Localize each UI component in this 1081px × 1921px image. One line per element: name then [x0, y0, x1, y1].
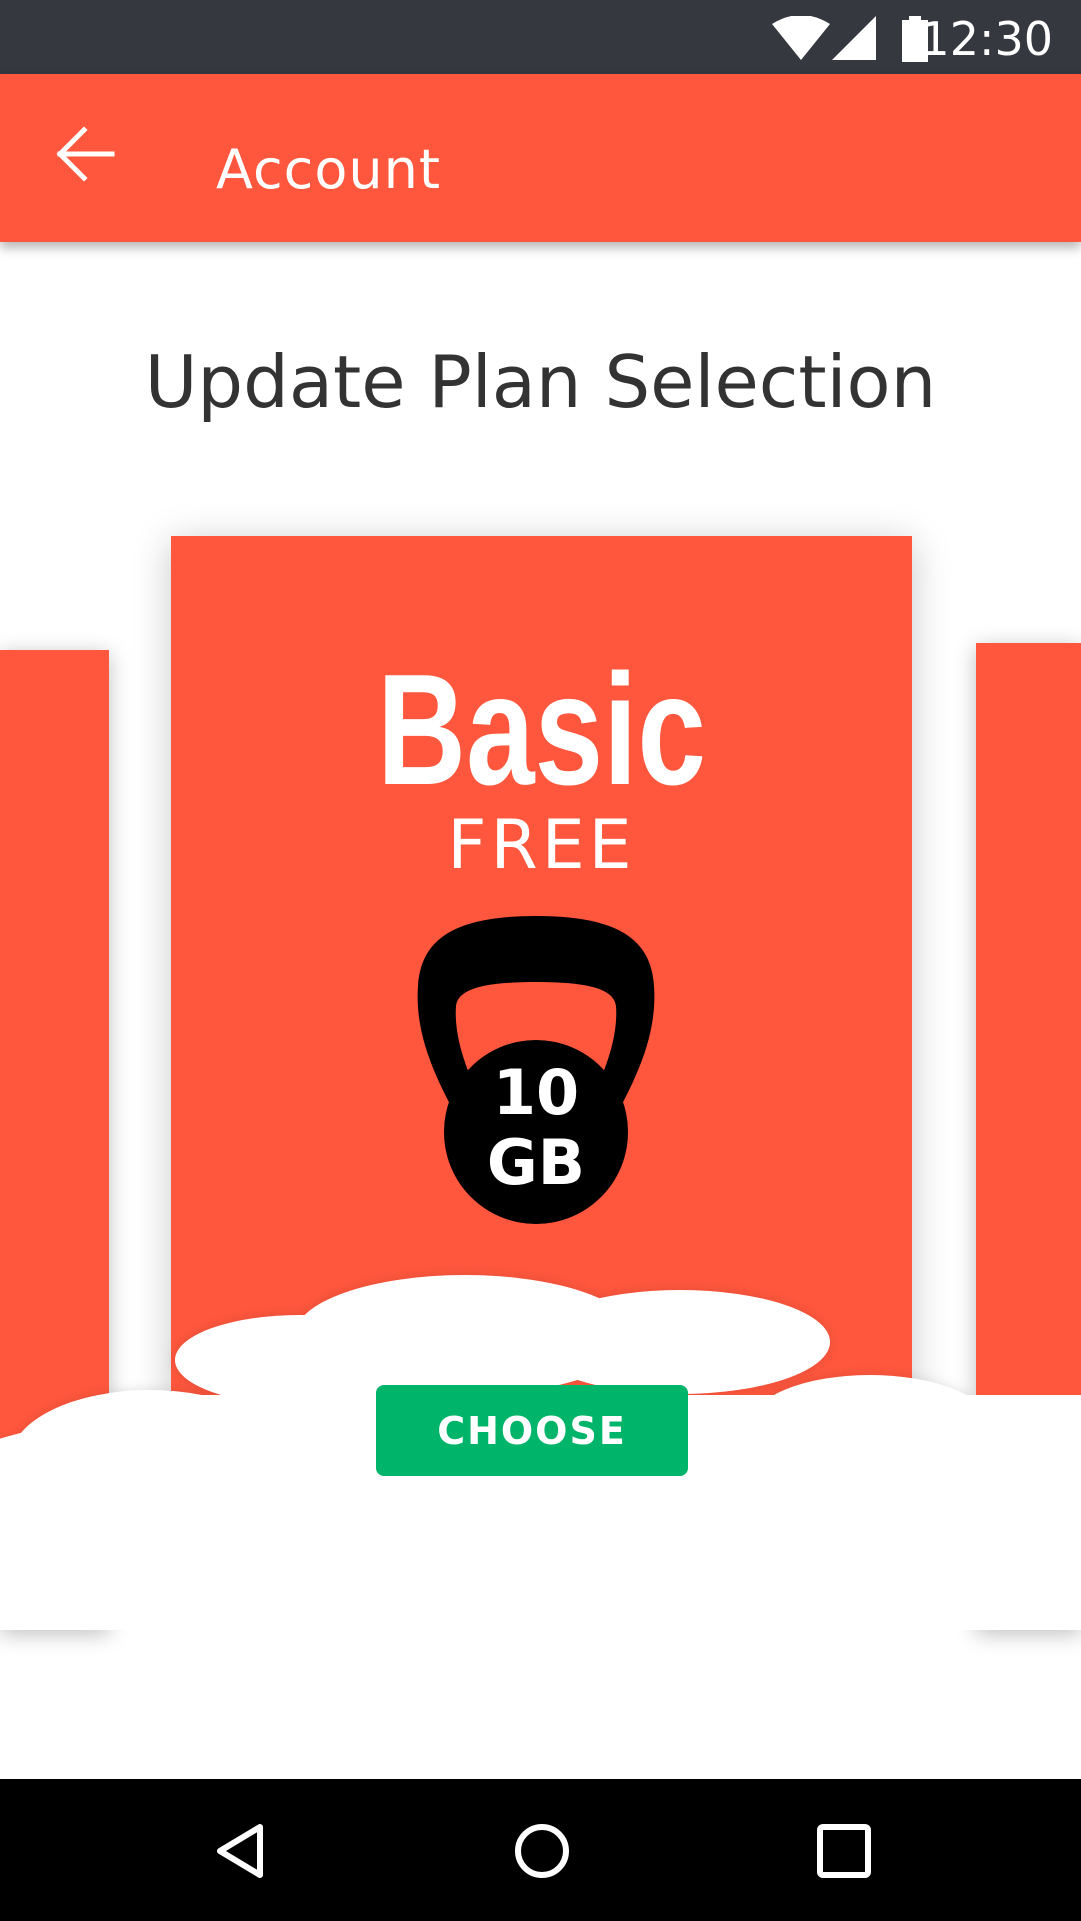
- page-title: Update Plan Selection: [144, 340, 937, 424]
- plan-card-previous[interactable]: [0, 650, 109, 1630]
- cellular-signal-icon: [832, 16, 876, 60]
- storage-unit: GB: [486, 1126, 586, 1199]
- plan-name: Basic: [377, 642, 706, 818]
- app-bar: Account: [0, 74, 1081, 242]
- plan-carousel[interactable]: Basic FREE 10 GB CHOOSE: [0, 480, 1081, 1630]
- kettlebell-icon: 10 GB: [416, 916, 656, 1232]
- storage-value: 10: [492, 1056, 580, 1129]
- app-bar-title: Account: [216, 138, 442, 201]
- choose-button[interactable]: CHOOSE: [376, 1385, 688, 1476]
- recents-square-icon[interactable]: [812, 1819, 876, 1883]
- home-circle-icon[interactable]: [510, 1819, 574, 1883]
- system-nav-bar: [0, 1779, 1081, 1921]
- wifi-icon: [772, 16, 830, 60]
- plan-price: FREE: [447, 806, 636, 885]
- back-triangle-icon[interactable]: [210, 1819, 274, 1883]
- status-bar: 12:30: [0, 0, 1081, 74]
- status-time: 12:30: [920, 12, 1053, 66]
- arrow-left-icon[interactable]: [56, 126, 116, 182]
- plan-card-next[interactable]: [976, 643, 1081, 1630]
